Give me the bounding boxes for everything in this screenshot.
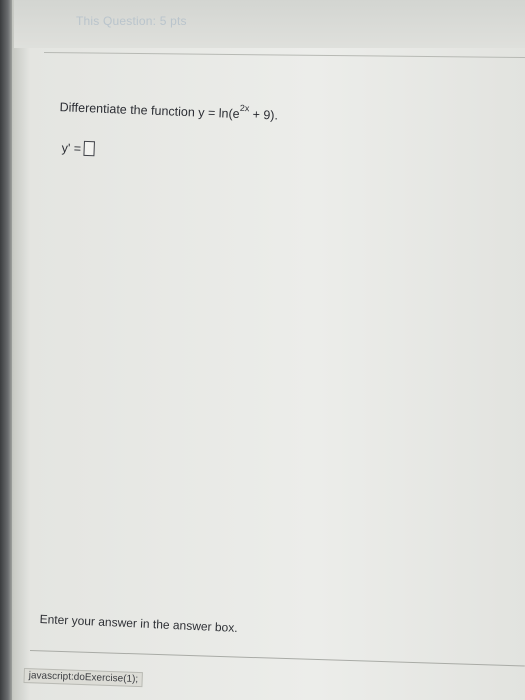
header-divider	[43, 52, 525, 59]
answer-input[interactable]	[83, 140, 96, 157]
question-prompt: Differentiate the function y = ln(e2x + …	[59, 98, 279, 123]
question-header: This Question: 5 pts	[14, 0, 525, 48]
browser-status-bar: javascript:doExercise(1);	[23, 668, 144, 688]
question-prompt-base: (e	[228, 106, 240, 122]
question-points-label: This Question: 5 pts	[76, 14, 187, 28]
question-prompt-exponent: 2x	[239, 102, 250, 114]
footer-divider	[29, 650, 525, 667]
answer-label: y' =	[61, 140, 82, 156]
question-prompt-suffix: + 9).	[252, 107, 279, 123]
answer-instruction: Enter your answer in the answer box.	[39, 612, 238, 635]
screen-edge	[0, 0, 12, 700]
answer-row: y' =	[61, 140, 96, 157]
screen: This Question: 5 pts Differentiate the f…	[0, 0, 525, 700]
question-prompt-prefix: Differentiate the function y = ln	[59, 100, 229, 121]
